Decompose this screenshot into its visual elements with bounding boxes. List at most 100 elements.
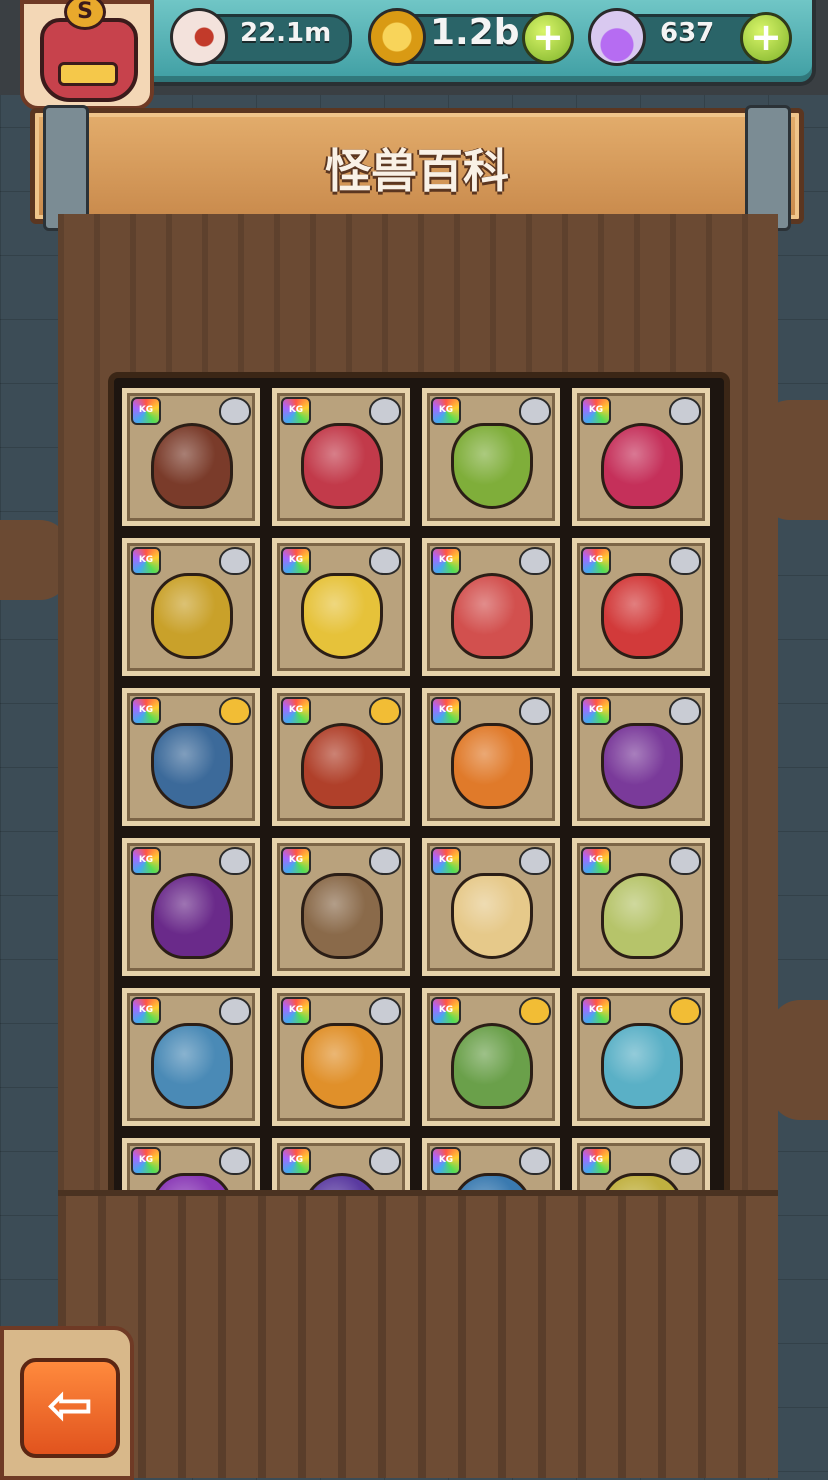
silver-horn-badge-icon [519, 1147, 551, 1175]
eyeball-icon [170, 8, 228, 66]
flytrap-monster-icon [601, 423, 683, 509]
box-jelly-monster-icon [301, 723, 383, 809]
astronaut-jelly-monster-icon [601, 1023, 683, 1109]
monster-card[interactable]: KG [572, 688, 710, 826]
silver-horn-badge-icon [219, 847, 251, 875]
rainbow-kg-tag-icon: KG [581, 397, 611, 425]
rainbow-kg-tag-icon: KG [281, 547, 311, 575]
rainbow-kg-tag-icon: KG [581, 997, 611, 1025]
monster-card[interactable]: KG [272, 388, 410, 526]
pumpkin-bear-monster-icon [451, 723, 533, 809]
player-avatar[interactable]: S [20, 0, 154, 110]
rainbow-kg-tag-icon: KG [431, 397, 461, 425]
rainbow-kg-tag-icon: KG [131, 397, 161, 425]
pineapple-owl-monster-icon [151, 573, 233, 659]
monster-card[interactable]: KG [422, 988, 560, 1126]
rainbow-kg-tag-icon: KG [431, 997, 461, 1025]
candy-slime-monster-icon [151, 423, 233, 509]
tree-branch-right-lower [770, 1000, 828, 1120]
silver-horn-badge-icon [369, 847, 401, 875]
toucan-plant-monster-icon [451, 423, 533, 509]
silver-horn-badge-icon [219, 547, 251, 575]
silver-horn-badge-icon [369, 1147, 401, 1175]
gold-horn-badge-icon [369, 697, 401, 725]
monster-card[interactable]: KG [422, 838, 560, 976]
sausage-octopus-monster-icon [451, 573, 533, 659]
rainbow-kg-tag-icon: KG [581, 1147, 611, 1175]
rainbow-kg-tag-icon: KG [281, 697, 311, 725]
rainbow-kg-tag-icon: KG [281, 1147, 311, 1175]
noodle-monster-icon [451, 873, 533, 959]
monster-card[interactable]: KG [572, 838, 710, 976]
silver-horn-badge-icon [369, 997, 401, 1025]
back-button-frame: ⇦ [0, 1326, 134, 1480]
monster-card[interactable]: KG [572, 388, 710, 526]
silver-horn-badge-icon [369, 547, 401, 575]
gold-horn-badge-icon [219, 697, 251, 725]
rainbow-kg-tag-icon: KG [431, 847, 461, 875]
monster-card[interactable]: KG [272, 988, 410, 1126]
chameleon-monster-icon [151, 1023, 233, 1109]
monster-card[interactable]: KG [122, 988, 260, 1126]
monster-card[interactable]: KG [422, 688, 560, 826]
rainbow-kg-tag-icon: KG [431, 547, 461, 575]
monster-card[interactable]: KG [272, 538, 410, 676]
add-potions-button[interactable]: + [740, 12, 792, 64]
celery-monster-icon [451, 1023, 533, 1109]
monster-card[interactable]: KG [272, 688, 410, 826]
silver-horn-badge-icon [669, 547, 701, 575]
tree-stump-foreground [58, 1190, 778, 1478]
rocket-robot-monster-icon [601, 723, 683, 809]
apple-twins-monster-icon [601, 573, 683, 659]
silver-horn-badge-icon [669, 847, 701, 875]
add-coins-button[interactable]: + [522, 12, 574, 64]
rainbow-kg-tag-icon: KG [281, 397, 311, 425]
eyeball-count: 22.1m [240, 18, 332, 48]
monster-card[interactable]: KG [572, 988, 710, 1126]
rainbow-kg-tag-icon: KG [131, 697, 161, 725]
monster-card[interactable]: KG [272, 838, 410, 976]
silver-horn-badge-icon [669, 697, 701, 725]
eggplant-monster-icon [151, 873, 233, 959]
silver-horn-badge-icon [219, 1147, 251, 1175]
purple-potion-icon [588, 8, 646, 66]
rainbow-kg-tag-icon: KG [281, 847, 311, 875]
silver-horn-badge-icon [219, 397, 251, 425]
monster-card[interactable]: KG [122, 538, 260, 676]
rainbow-kg-tag-icon: KG [581, 847, 611, 875]
mushroom-drum-monster-icon [301, 873, 383, 959]
monster-card[interactable]: KG [122, 388, 260, 526]
rainbow-kg-tag-icon: KG [131, 847, 161, 875]
monster-card[interactable]: KG [122, 688, 260, 826]
monster-face-icon [40, 18, 138, 102]
rainbow-kg-tag-icon: KG [131, 547, 161, 575]
rainbow-kg-tag-icon: KG [281, 997, 311, 1025]
silver-horn-badge-icon [519, 547, 551, 575]
eye-coral-monster-icon [301, 423, 383, 509]
back-button[interactable]: ⇦ [20, 1358, 120, 1458]
cabbage-hedgehog-monster-icon [601, 873, 683, 959]
monster-card[interactable]: KG [422, 388, 560, 526]
top-resource-bar: 22.1m 1.2b + 637 + S [0, 0, 828, 110]
silver-horn-badge-icon [669, 397, 701, 425]
title-sign: 怪兽百科 [30, 105, 804, 231]
silver-horn-badge-icon [219, 997, 251, 1025]
gold-coin-icon [368, 8, 426, 66]
monster-card[interactable]: KG [572, 538, 710, 676]
monster-card[interactable]: KG [122, 838, 260, 976]
coin-count: 1.2b [430, 12, 520, 53]
potion-count: 637 [660, 18, 715, 48]
monster-collection-hollow: KG KG KG KG KG KG KG KG KG KG KG KG KG KG KG KG KG KG KG KG… [108, 372, 730, 1214]
gold-horn-badge-icon [669, 997, 701, 1025]
monster-card[interactable]: KG [422, 538, 560, 676]
silver-horn-badge-icon [669, 1147, 701, 1175]
rainbow-kg-tag-icon: KG [131, 1147, 161, 1175]
rainbow-kg-tag-icon: KG [581, 547, 611, 575]
avocado-monster-icon [301, 1023, 383, 1109]
banana-monster-icon [301, 573, 383, 659]
bearded-cloud-monster-icon [151, 723, 233, 809]
teeth-icon [58, 62, 118, 86]
silver-horn-badge-icon [519, 697, 551, 725]
silver-horn-badge-icon [519, 397, 551, 425]
page-title: 怪兽百科 [325, 144, 509, 198]
